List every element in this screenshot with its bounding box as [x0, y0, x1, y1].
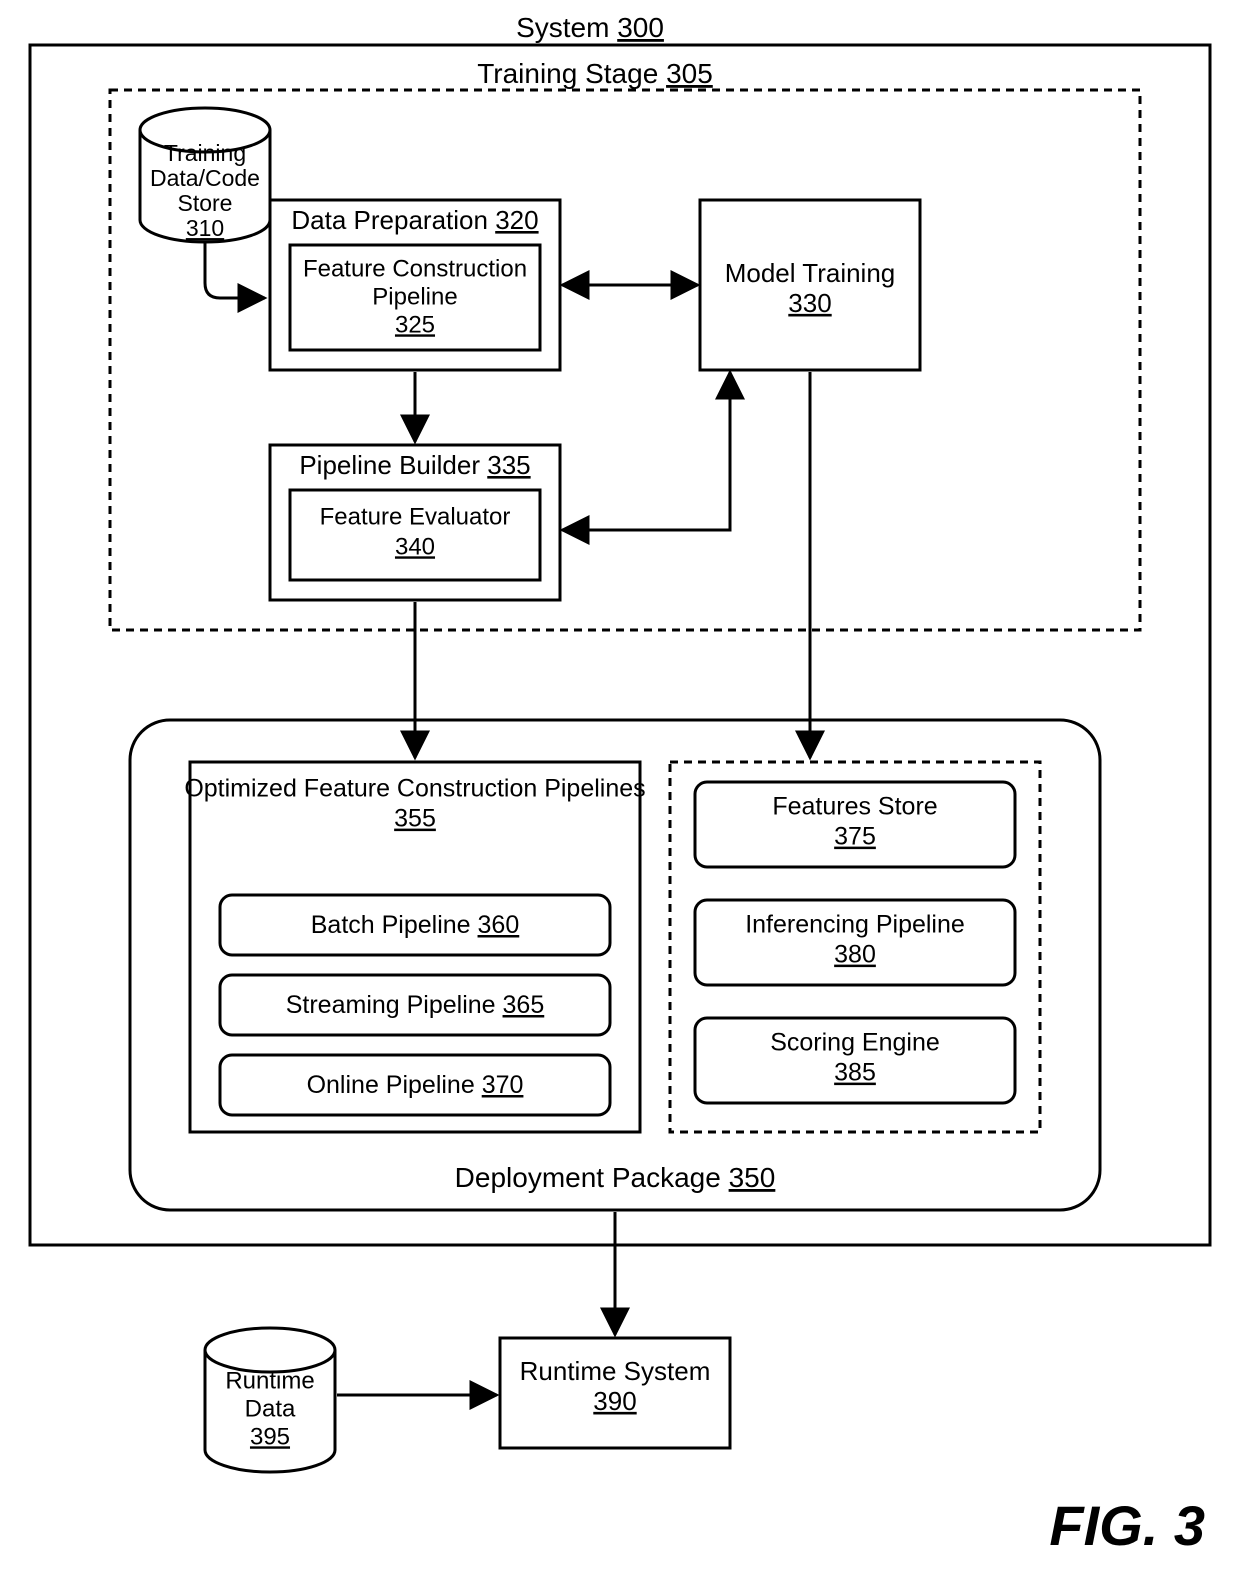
svg-text:Training: Training: [164, 140, 246, 166]
training-stage-label: Training Stage 305: [477, 58, 713, 89]
svg-text:Streaming Pipeline 365: Streaming Pipeline 365: [286, 991, 545, 1019]
svg-text:Runtime System: Runtime System: [520, 1356, 711, 1386]
svg-text:Optimized Feature Construction: Optimized Feature Construction Pipelines: [184, 775, 645, 803]
system-label: System 300: [516, 12, 664, 43]
svg-text:Store: Store: [178, 190, 233, 216]
svg-text:Model Training: Model Training: [725, 258, 896, 288]
runtime-data-store: Runtime Data 395: [205, 1328, 335, 1472]
svg-text:Data/Code: Data/Code: [150, 165, 260, 191]
svg-text:380: 380: [834, 941, 876, 969]
arrow-builder-modeltrain: [562, 372, 730, 530]
svg-text:Pipeline: Pipeline: [372, 283, 457, 310]
training-data-store: Training Data/Code Store 310: [140, 108, 270, 242]
data-preparation-label: Data Preparation 320: [291, 205, 538, 235]
svg-text:340: 340: [395, 533, 435, 560]
svg-text:390: 390: [593, 1386, 636, 1416]
svg-text:375: 375: [834, 823, 876, 851]
svg-text:Batch Pipeline 360: Batch Pipeline 360: [311, 911, 520, 939]
svg-text:Feature Construction: Feature Construction: [303, 255, 527, 282]
pipeline-builder-label: Pipeline Builder 335: [299, 450, 530, 480]
svg-text:310: 310: [186, 215, 224, 241]
svg-text:Features Store: Features Store: [772, 793, 937, 821]
svg-text:330: 330: [788, 288, 831, 318]
svg-text:Online Pipeline 370: Online Pipeline 370: [307, 1071, 524, 1099]
svg-text:Scoring Engine: Scoring Engine: [770, 1029, 940, 1057]
svg-text:Data: Data: [245, 1395, 296, 1422]
figure-label: FIG. 3: [1049, 1494, 1205, 1557]
arrow-store-to-dataprep: [205, 243, 265, 298]
svg-text:355: 355: [394, 805, 436, 833]
svg-text:Runtime: Runtime: [225, 1367, 314, 1394]
deployment-package-label: Deployment Package 350: [455, 1162, 776, 1193]
training-stage-box: [110, 90, 1140, 630]
diagram-fig3: System 300 Training Stage 305 Training D…: [0, 0, 1240, 1591]
svg-text:325: 325: [395, 311, 435, 338]
svg-text:395: 395: [250, 1423, 290, 1450]
svg-text:385: 385: [834, 1059, 876, 1087]
svg-text:Feature Evaluator: Feature Evaluator: [320, 503, 511, 530]
svg-text:Inferencing Pipeline: Inferencing Pipeline: [745, 911, 965, 939]
